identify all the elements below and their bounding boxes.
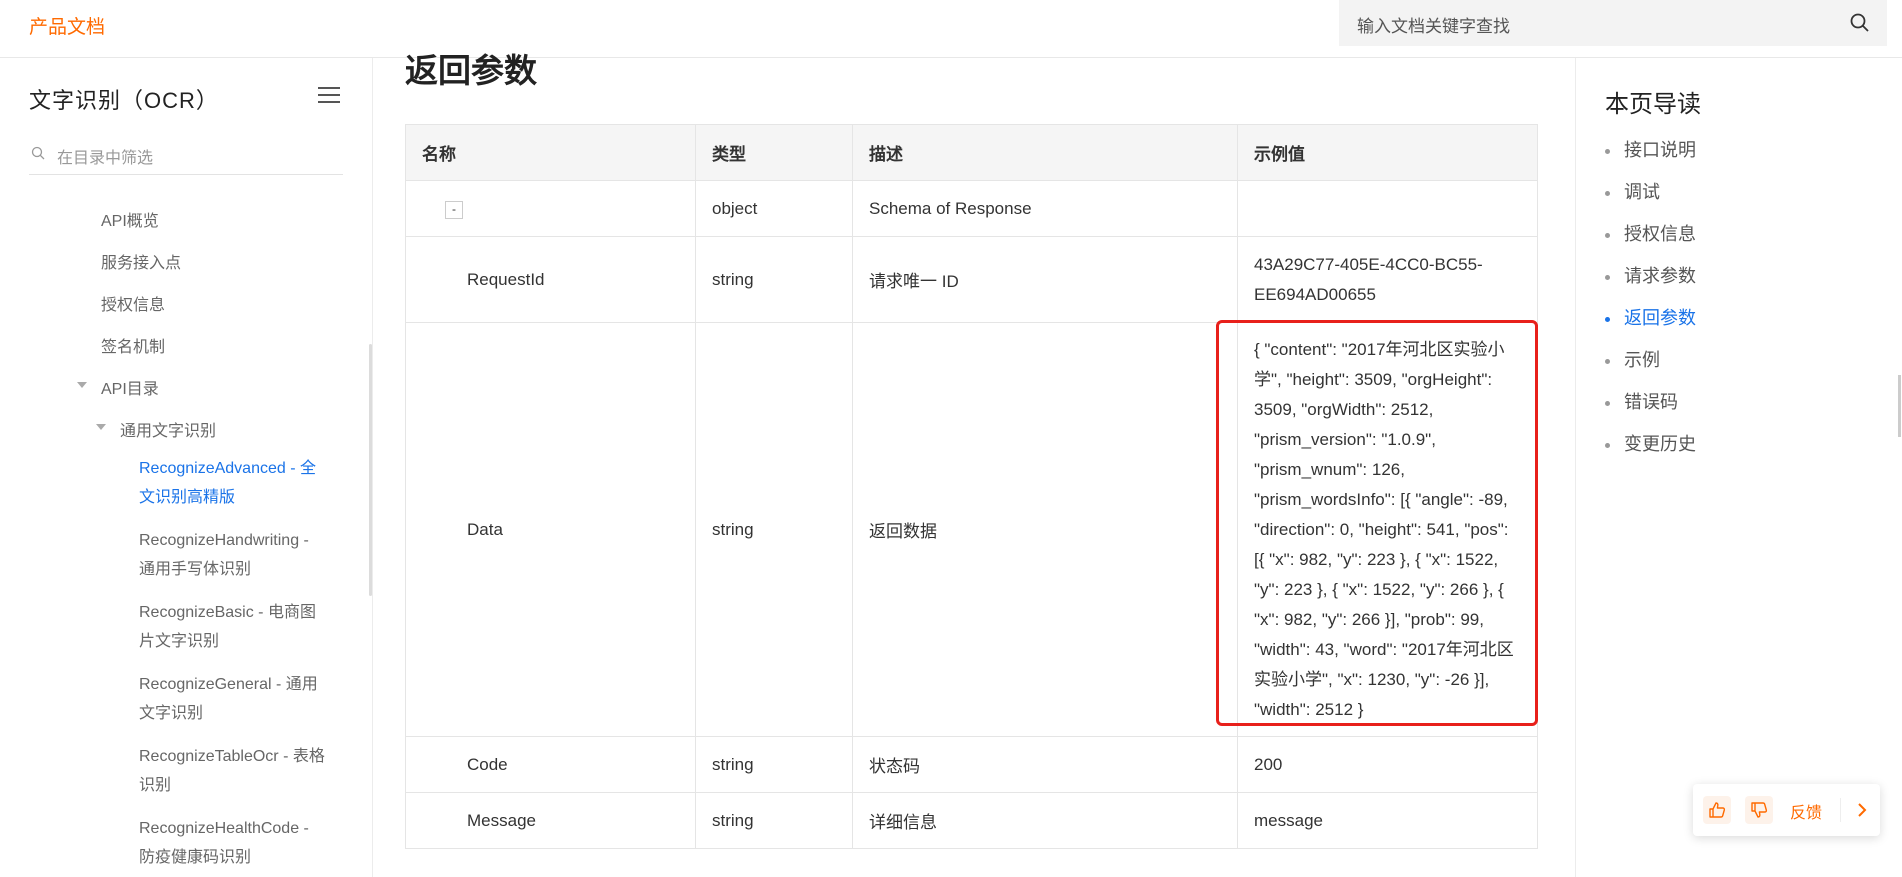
sidebar-item-general-ocr[interactable]: 通用文字识别 [120,417,216,441]
column-header: 示例值 [1237,124,1538,181]
caret-down-icon[interactable] [96,424,106,430]
table-cell: 200 [1237,736,1538,793]
toc-item-label: 调试 [1624,182,1660,202]
toc-item-label: 授权信息 [1624,224,1696,244]
sidebar-title: 文字识别（OCR） [29,88,219,113]
sidebar-item-api-overview[interactable]: API概览 [101,207,159,231]
table-row: RequestId string 请求唯一 ID 43A29C77-405E-4… [405,236,1538,323]
toc-item-label: 错误码 [1624,392,1678,412]
section-title: 返回参数 [405,52,537,89]
sidebar-filter[interactable]: 在目录中筛选 [29,140,343,175]
param-name: Message [467,810,536,830]
table-cell: 返回数据 [852,322,1238,737]
toc-item[interactable]: 请求参数 [1605,262,1696,288]
sidebar: 文字识别（OCR） 在目录中筛选 API概览 服务接入点 授权信息 签名机制 A… [0,58,372,877]
toc-item[interactable]: 调试 [1605,178,1660,204]
bullet-icon [1605,190,1610,196]
toc-item[interactable]: 变更历史 [1605,430,1696,456]
table-cell: - [405,180,696,237]
toc-item-label: 示例 [1624,350,1660,370]
table-row: Data string 返回数据 { "content": "2017年河北区实… [405,322,1538,737]
search-icon [31,146,45,160]
toc-item-label: 变更历史 [1624,434,1696,454]
table-cell: Message [405,792,696,849]
page-scrollbar[interactable] [1898,375,1901,437]
param-name: RequestId [467,269,545,289]
toc-item[interactable]: 授权信息 [1605,220,1696,246]
feedback-button[interactable]: 反馈 [1790,799,1822,823]
search-box[interactable]: 输入文档关键字查找 [1339,0,1887,46]
sidebar-item-recognize-handwriting[interactable]: RecognizeHandwriting - 通用手写体识别 [139,526,329,584]
divider [1840,798,1841,822]
thumbs-down-icon [1751,802,1768,818]
bullet-icon [1605,358,1610,364]
table-cell: message [1237,792,1538,849]
sidebar-item-recognize-basic[interactable]: RecognizeBasic - 电商图片文字识别 [139,598,329,656]
table-cell: string [695,236,853,323]
toc-item-active[interactable]: 返回参数 [1605,304,1696,330]
sidebar-filter-input[interactable]: 在目录中筛选 [57,144,153,168]
table-row: Code string 状态码 200 [405,736,1538,793]
toc-item-label: 接口说明 [1624,140,1696,160]
toc-item-label: 返回参数 [1624,308,1696,328]
table-cell: string [695,736,853,793]
top-bar: 产品文档 输入文档关键字查找 [0,0,1902,58]
sidebar-item-recognize-general[interactable]: RecognizeGeneral - 通用文字识别 [139,670,329,728]
bullet-icon [1605,148,1610,154]
chevron-right-icon[interactable] [1853,800,1871,820]
table-cell: 43A29C77-405E-4CC0-BC55-EE694AD00655 [1237,236,1538,323]
search-icon[interactable] [1849,12,1871,34]
sidebar-item-recognize-advanced[interactable]: RecognizeAdvanced - 全文识别高精版 [139,454,329,512]
brand-link[interactable]: 产品文档 [29,12,105,39]
bullet-icon [1605,442,1610,448]
main-content: 返回参数 名称 类型 描述 示例值 - object Schema of Res… [373,52,1575,877]
toc-item[interactable]: 错误码 [1605,388,1678,414]
response-params-table: 名称 类型 描述 示例值 - object Schema of Response… [405,124,1538,849]
table-row: - object Schema of Response [405,180,1538,237]
table-header-row: 名称 类型 描述 示例值 [405,124,1538,181]
thumbs-up-icon [1709,802,1726,818]
param-name: Code [467,754,508,774]
sidebar-item-endpoints[interactable]: 服务接入点 [101,249,181,273]
bullet-icon [1605,274,1610,280]
table-cell: 状态码 [852,736,1238,793]
table-cell: { "content": "2017年河北区实验小学", "height": 3… [1237,322,1538,737]
caret-down-icon[interactable] [77,382,87,388]
feedback-widget: 反馈 [1693,784,1880,836]
menu-icon[interactable] [318,86,340,104]
toc-title: 本页导读 [1605,91,1701,118]
bullet-icon [1605,316,1610,322]
column-header: 描述 [852,124,1238,181]
table-cell: 详细信息 [852,792,1238,849]
table-cell: Code [405,736,696,793]
sidebar-item-auth[interactable]: 授权信息 [101,291,165,315]
sidebar-item-signature[interactable]: 签名机制 [101,333,165,357]
toc-item-label: 请求参数 [1624,266,1696,286]
toc-item[interactable]: 接口说明 [1605,136,1696,162]
table-cell: object [695,180,853,237]
search-input[interactable]: 输入文档关键字查找 [1357,12,1510,37]
table-cell: 请求唯一 ID [852,236,1238,323]
table-cell: Data [405,322,696,737]
column-header: 类型 [695,124,853,181]
table-cell: Schema of Response [852,180,1238,237]
table-cell: string [695,322,853,737]
toc-item[interactable]: 示例 [1605,346,1660,372]
page-toc: 本页导读 接口说明 调试 授权信息 请求参数 返回参数 示例 错误码 变更历史 [1576,58,1902,877]
sidebar-item-api-catalog[interactable]: API目录 [101,375,159,399]
column-header: 名称 [405,124,696,181]
dislike-button[interactable] [1745,796,1773,824]
bullet-icon [1605,400,1610,406]
table-cell: RequestId [405,236,696,323]
table-cell [1237,180,1538,237]
table-cell: string [695,792,853,849]
like-button[interactable] [1703,796,1731,824]
param-name: Data [467,519,503,539]
sidebar-item-recognize-table[interactable]: RecognizeTableOcr - 表格识别 [139,742,329,800]
bullet-icon [1605,232,1610,238]
sidebar-item-recognize-healthcode[interactable]: RecognizeHealthCode - 防疫健康码识别 [139,814,329,872]
collapse-button[interactable]: - [445,201,463,219]
table-row: Message string 详细信息 message [405,792,1538,849]
